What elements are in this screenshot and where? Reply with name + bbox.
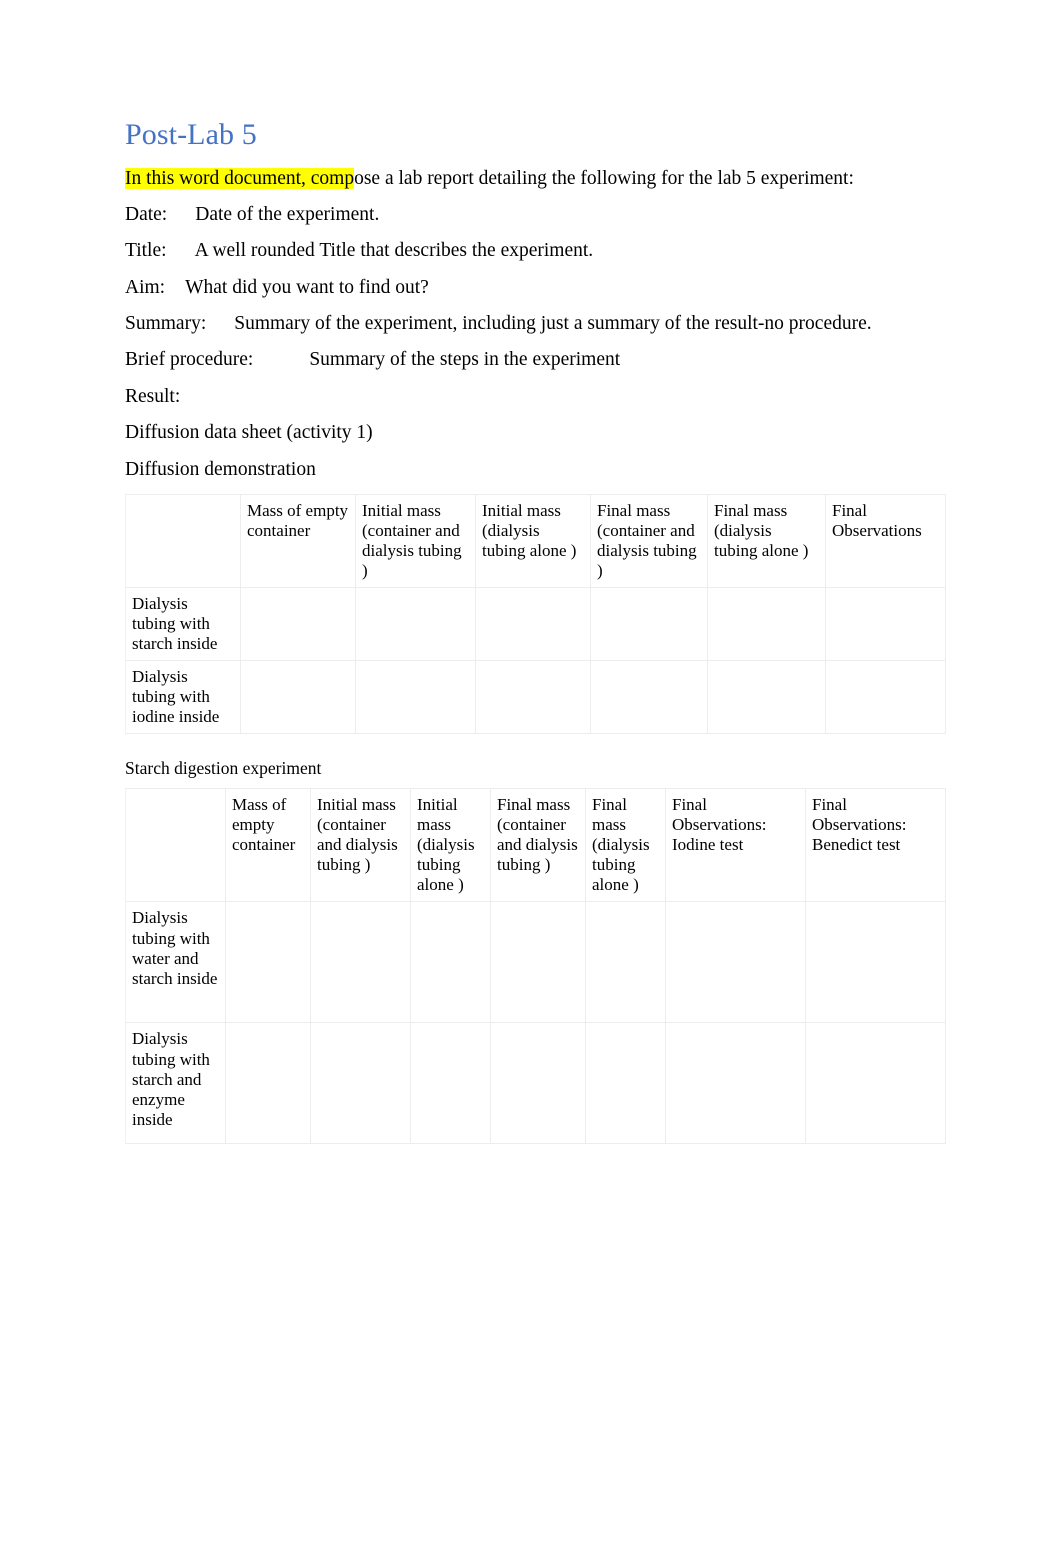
table2-row1-cell-2[interactable] bbox=[410, 1022, 491, 1145]
table1-header-cell-2: Initial mass (container and dialysis tub… bbox=[355, 493, 476, 589]
table-row: Dialysis tubing with starch inside bbox=[125, 587, 946, 662]
table1-row1-label: Dialysis tubing with iodine inside bbox=[125, 660, 241, 735]
table2-row0-cell-2[interactable] bbox=[410, 901, 491, 1024]
field-aim: Aim: What did you want to find out? bbox=[125, 276, 937, 300]
table1-header-cell-5: Final mass (dialysis tubing alone ) bbox=[707, 493, 826, 589]
table1-row0-cell-5[interactable] bbox=[825, 587, 946, 662]
section-heading-diffusion: Diffusion data sheet (activity 1) bbox=[125, 422, 373, 444]
table2-row1-cell-0[interactable] bbox=[225, 1022, 311, 1145]
table-gap-spacer bbox=[125, 734, 937, 758]
table2-header-cell-2: Initial mass (container and dialysis tub… bbox=[310, 788, 411, 903]
table2-row1-cell-5[interactable] bbox=[665, 1022, 806, 1145]
field-date: Date: Date of the experiment. bbox=[125, 203, 937, 227]
table2-row1-cell-6[interactable] bbox=[805, 1022, 946, 1145]
field-title: Title: A well rounded Title that describe… bbox=[125, 239, 937, 263]
table2-row1-cell-3[interactable] bbox=[490, 1022, 586, 1145]
table2-header-cell-0 bbox=[125, 788, 226, 903]
intro-rest-text: ose a lab report detailing the following… bbox=[354, 167, 854, 189]
field-brief-procedure-label: Brief procedure: bbox=[125, 349, 254, 371]
table2-row0-cell-6[interactable] bbox=[805, 901, 946, 1024]
field-brief-procedure: Brief procedure: Summary of the steps in … bbox=[125, 348, 937, 372]
field-date-label: Date: bbox=[125, 203, 168, 225]
field-brief-procedure-value: Summary of the steps in the experiment bbox=[309, 349, 621, 371]
field-aim-value: What did you want to find out? bbox=[185, 276, 429, 298]
starch-digestion-experiment-table: Mass of empty container Initial mass (co… bbox=[125, 788, 946, 1145]
table-row: Dialysis tubing with starch and enzyme i… bbox=[125, 1022, 946, 1145]
table2-header-cell-1: Mass of empty container bbox=[225, 788, 311, 903]
field-title-value: A well rounded Title that describes the … bbox=[194, 240, 594, 262]
table1-row0-cell-2[interactable] bbox=[475, 587, 591, 662]
table2-caption: Starch digestion experiment bbox=[125, 758, 322, 779]
table2-row0-cell-3[interactable] bbox=[490, 901, 586, 1024]
table1-row1-cell-4[interactable] bbox=[707, 660, 826, 735]
table1-row0-cell-0[interactable] bbox=[240, 587, 356, 662]
table2-header-cell-6: Final Observations: Iodine test bbox=[665, 788, 806, 903]
table2-header-cell-7: Final Observations: Benedict test bbox=[805, 788, 946, 903]
table2-header-row: Mass of empty container Initial mass (co… bbox=[125, 788, 946, 903]
table1-row1-cell-0[interactable] bbox=[240, 660, 356, 735]
table1-row0-label: Dialysis tubing with starch inside bbox=[125, 587, 241, 662]
field-aim-label: Aim: bbox=[125, 276, 166, 298]
table1-header-cell-1: Mass of empty container bbox=[240, 493, 356, 589]
table2-row0-label: Dialysis tubing with water and starch in… bbox=[125, 901, 226, 1024]
table2-wrapper: Mass of empty container Initial mass (co… bbox=[125, 788, 946, 1145]
table2-header-cell-4: Final mass (container and dialysis tubin… bbox=[490, 788, 586, 903]
table1-row1-cell-1[interactable] bbox=[355, 660, 476, 735]
table1-row0-cell-4[interactable] bbox=[707, 587, 826, 662]
field-summary-label: Summary: bbox=[125, 313, 207, 334]
table1-row0-cell-3[interactable] bbox=[590, 587, 708, 662]
table1-header-row: Mass of empty container Initial mass (co… bbox=[125, 493, 946, 589]
table2-header-cell-5: Final mass (dialysis tubing alone ) bbox=[585, 788, 666, 903]
diffusion-demonstration-table: Mass of empty container Initial mass (co… bbox=[125, 493, 946, 735]
page-title: Post-Lab 5 bbox=[125, 118, 257, 151]
highlighted-text: In this word document, comp bbox=[125, 167, 355, 189]
table1-header-cell-3: Initial mass (dialysis tubing alone ) bbox=[475, 493, 591, 589]
table1-header-cell-6: Final Observations bbox=[825, 493, 946, 589]
field-title-label: Title: bbox=[125, 240, 167, 262]
table1-row1-cell-2[interactable] bbox=[475, 660, 591, 735]
table1-wrapper: Mass of empty container Initial mass (co… bbox=[125, 493, 946, 735]
field-result: Result: bbox=[125, 385, 937, 409]
table-row: Dialysis tubing with iodine inside bbox=[125, 660, 946, 735]
table2-row0-cell-1[interactable] bbox=[310, 901, 411, 1024]
table2-row0-cell-5[interactable] bbox=[665, 901, 806, 1024]
table-row: Dialysis tubing with water and starch in… bbox=[125, 901, 946, 1024]
table2-row1-cell-4[interactable] bbox=[585, 1022, 666, 1145]
table2-row0-cell-0[interactable] bbox=[225, 901, 311, 1024]
table2-row1-label: Dialysis tubing with starch and enzyme i… bbox=[125, 1022, 226, 1145]
table2-row0-cell-4[interactable] bbox=[585, 901, 666, 1024]
table2-header-cell-3: Initial mass (dialysis tubing alone ) bbox=[410, 788, 491, 903]
intro-paragraph: In this word document, compose a lab rep… bbox=[125, 167, 937, 191]
table1-header-cell-4: Final mass (container and dialysis tubin… bbox=[590, 493, 708, 589]
document-body: Post-Lab 5 In this word document, compos… bbox=[125, 118, 946, 1145]
table2-row1-cell-1[interactable] bbox=[310, 1022, 411, 1145]
table1-caption: Diffusion demonstration bbox=[125, 458, 316, 480]
field-result-label: Result: bbox=[125, 385, 181, 407]
field-date-value: Date of the experiment. bbox=[195, 203, 380, 225]
table1-row1-cell-5[interactable] bbox=[825, 660, 946, 735]
table1-row0-cell-1[interactable] bbox=[355, 587, 476, 662]
field-summary-value: Summary of the experiment, including jus… bbox=[234, 313, 872, 334]
field-summary: Summary: Summary of the experiment, inclu… bbox=[125, 312, 937, 336]
table1-row1-cell-3[interactable] bbox=[590, 660, 708, 735]
table1-header-cell-0 bbox=[125, 493, 241, 589]
document-page: Post-Lab 5 In this word document, compos… bbox=[0, 0, 1062, 1561]
